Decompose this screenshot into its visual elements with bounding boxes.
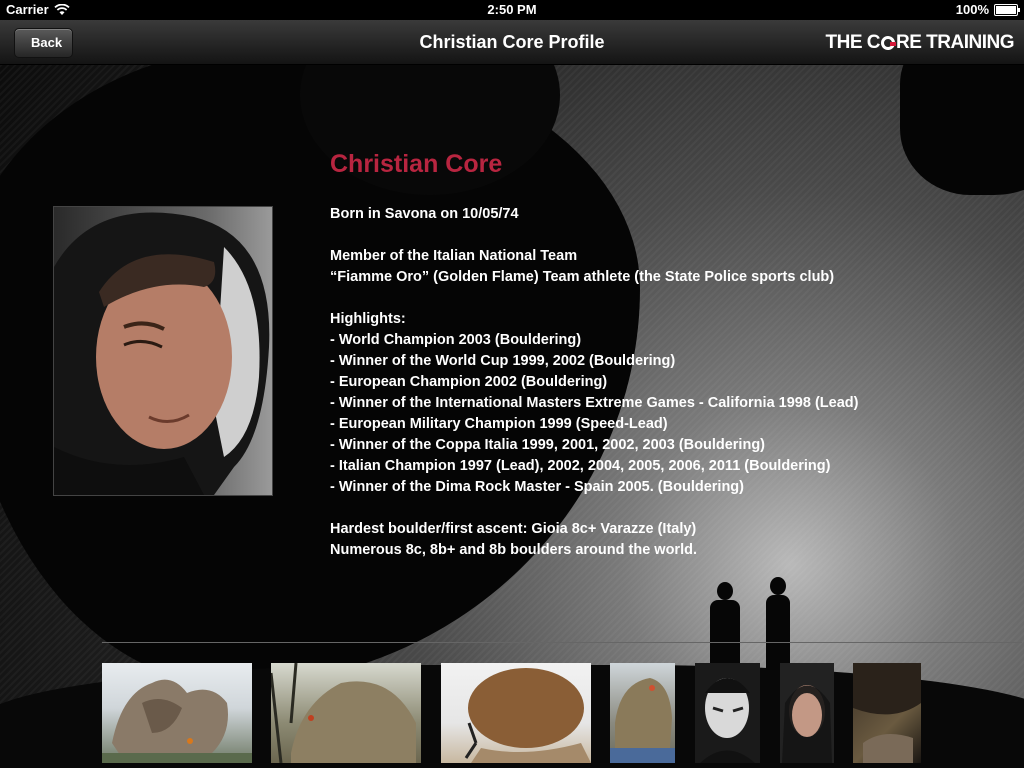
gallery-thumbnail-7[interactable] [853,663,921,763]
battery-percent: 100% [955,2,989,17]
athlete-name: Christian Core [330,150,503,178]
battery-indicator: 100% [955,2,1020,17]
highlight-item: - Italian Champion 1997 (Lead), 2002, 20… [330,458,831,474]
gallery-thumbnail-6[interactable] [780,663,834,763]
hardest-ascent-line: Hardest boulder/first ascent: Gioia 8c+ … [330,521,697,537]
brand-logo-text-start: THE C [825,32,881,53]
gallery-thumbnail-4[interactable] [610,663,675,763]
born-line: Born in Savona on 10/05/74 [330,206,519,222]
athlete-bio: Born in Savona on 10/05/74 Member of the… [330,204,990,561]
highlight-item: - Winner of the World Cup 1999, 2002 (Bo… [330,353,676,369]
gallery-thumbnail-3[interactable] [441,663,591,763]
status-bar: Carrier 2:50 PM 100% [0,0,1024,20]
portrait-photo-5 [700,678,755,763]
portrait-image [54,212,270,495]
highlight-item: - Winner of the Coppa Italia 1999, 2001,… [330,437,765,453]
gallery-thumbnail-5[interactable] [695,663,760,763]
climber-silhouette-2 [766,577,790,670]
boulder-photo-3 [464,668,591,763]
highlight-item: - European Military Champion 1999 (Speed… [330,416,668,432]
member-line-1: Member of the Italian National Team [330,248,578,264]
profile-portrait [53,206,273,496]
back-button-label: Back [31,35,63,50]
portrait-photo-6 [782,685,832,763]
highlight-item: - Winner of the International Masters Ex… [330,395,859,411]
highlight-item: - World Champion 2003 (Bouldering) [330,332,582,348]
climber-silhouette-1 [710,582,740,670]
member-line-2: “Fiamme Oro” (Golden Flame) Team athlete… [330,269,835,285]
boulder-photo-2 [271,663,416,763]
gallery-thumbnail-1[interactable] [102,663,252,763]
battery-icon [994,3,1020,16]
status-time: 2:50 PM [487,2,537,17]
brand-logo-text-end: RE TRAINING [896,32,1015,53]
gallery-divider [102,642,1022,643]
highlight-item: - Winner of the Dima Rock Master - Spain… [330,479,744,495]
brand-logo: THE C RE TRAINING [826,32,1015,54]
numerous-boulders-line: Numerous 8c, 8b+ and 8b boulders around … [330,542,697,558]
back-button[interactable]: Back [14,28,74,58]
highlight-item: - European Champion 2002 (Bouldering) [330,374,608,390]
boulder-photo-4 [610,678,675,763]
boulder-photo-1 [102,679,252,763]
boulder-right-silhouette [900,65,1024,195]
highlights-heading: Highlights: [330,311,406,327]
navigation-bar: Christian Core Profile Back THE C RE TRAI… [0,20,1024,65]
cave-photo-7 [853,663,921,763]
gallery-thumbnail-2[interactable] [271,663,421,763]
logo-o-mark-icon [881,36,896,50]
